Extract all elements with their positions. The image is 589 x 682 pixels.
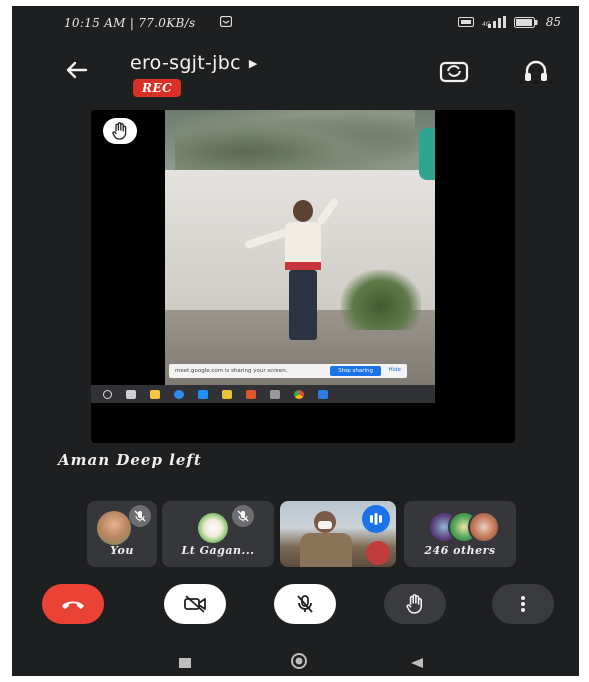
taskbar-chrome-icon	[294, 389, 304, 399]
taskbar-store-icon	[198, 389, 208, 399]
participant-left-notice: Aman Deep left	[58, 451, 202, 469]
taskbar-folder-icon	[150, 389, 160, 399]
status-time-speed: 10:15 AM | 77.0KB/s	[64, 16, 196, 30]
mic-off-icon	[297, 595, 313, 613]
mic-off-icon	[232, 505, 254, 527]
participant-label: You	[110, 544, 134, 557]
camera-toggle-button[interactable]	[164, 584, 226, 624]
meeting-code: ero-sgjt-jbc	[130, 52, 241, 74]
recording-badge: REC	[133, 79, 182, 97]
hand-icon	[112, 122, 127, 140]
status-bar: 10:15 AM | 77.0KB/s 4G 85	[12, 6, 579, 40]
hd-voice-icon	[457, 17, 474, 27]
battery-level: 85	[545, 15, 561, 29]
video-teal-object	[419, 128, 435, 180]
participant-body	[300, 533, 352, 567]
stop-sharing-button[interactable]: Stop sharing	[330, 366, 381, 376]
avatar	[468, 511, 500, 543]
switch-camera-button[interactable]	[438, 58, 470, 84]
avatar	[198, 513, 228, 543]
share-notice-text: meet.google.com is sharing your screen.	[175, 368, 288, 374]
participant-tile-lt-gagan[interactable]: Lt Gagan...	[162, 501, 274, 567]
call-controls	[12, 584, 579, 632]
taskbar-office-icon	[246, 389, 256, 399]
end-call-button[interactable]	[42, 584, 104, 624]
screen-share-bar: meet.google.com is sharing your screen. …	[169, 364, 407, 378]
shared-screen-video	[165, 110, 435, 385]
svg-text:4G: 4G	[482, 21, 491, 28]
participant-tile-you[interactable]: You	[87, 501, 157, 567]
taskbar-edge-icon	[174, 389, 184, 399]
notification-icon	[220, 16, 232, 27]
meeting-info-button[interactable]: ero-sgjt-jbc ▶	[130, 52, 257, 74]
participant-strip: You Lt Gagan... 246 others	[12, 501, 579, 571]
camera-off-icon	[184, 595, 206, 613]
arrow-left-icon	[66, 61, 88, 79]
face-mask	[318, 521, 332, 529]
back-nav-button[interactable]	[410, 654, 424, 673]
caret-right-icon: ▶	[248, 56, 258, 70]
mic-toggle-button[interactable]	[274, 584, 336, 624]
video-plant	[341, 270, 421, 330]
participant-label: 246 others	[424, 544, 496, 557]
recents-button[interactable]	[178, 654, 192, 673]
presentation-stage[interactable]: meet.google.com is sharing your screen. …	[91, 110, 515, 443]
recents-icon	[179, 658, 191, 668]
call-header: ero-sgjt-jbc ▶ REC	[12, 46, 579, 106]
audio-output-button[interactable]	[522, 58, 550, 84]
raised-hand-badge[interactable]	[103, 118, 137, 144]
background-emblem	[366, 541, 390, 565]
more-vertical-icon	[521, 596, 525, 612]
home-icon	[291, 653, 307, 669]
system-nav-bar	[12, 646, 579, 676]
home-button[interactable]	[290, 652, 308, 674]
taskbar-app2-icon	[270, 389, 280, 399]
taskbar-app3-icon	[318, 389, 328, 399]
mic-off-icon	[129, 505, 151, 527]
triangle-back-icon	[411, 658, 423, 668]
video-person	[243, 197, 340, 350]
taskbar-app-icon	[222, 389, 232, 399]
meet-call-screen: 10:15 AM | 77.0KB/s 4G 85 ero-sgjt-jbc ▶…	[12, 6, 579, 676]
avatar	[97, 511, 131, 545]
raise-hand-icon	[406, 594, 422, 614]
more-options-button[interactable]	[492, 584, 554, 624]
headphones-icon	[525, 60, 547, 81]
back-button[interactable]	[62, 58, 90, 82]
end-call-icon	[62, 601, 84, 609]
switch-camera-icon	[439, 61, 469, 83]
speaking-indicator-icon	[362, 505, 390, 533]
status-right: 4G 85	[457, 15, 561, 29]
hide-button[interactable]: Hide	[388, 367, 401, 373]
signal-icon: 4G	[482, 16, 506, 28]
battery-icon	[513, 16, 538, 28]
raise-hand-button[interactable]	[384, 584, 446, 624]
participant-label: Lt Gagan...	[181, 544, 255, 557]
taskbar-view-icon	[126, 389, 136, 399]
participant-tile-others[interactable]: 246 others	[404, 501, 516, 567]
taskbar-search-icon	[103, 389, 112, 399]
participant-tile-video[interactable]	[280, 501, 396, 567]
windows-taskbar	[91, 385, 435, 403]
